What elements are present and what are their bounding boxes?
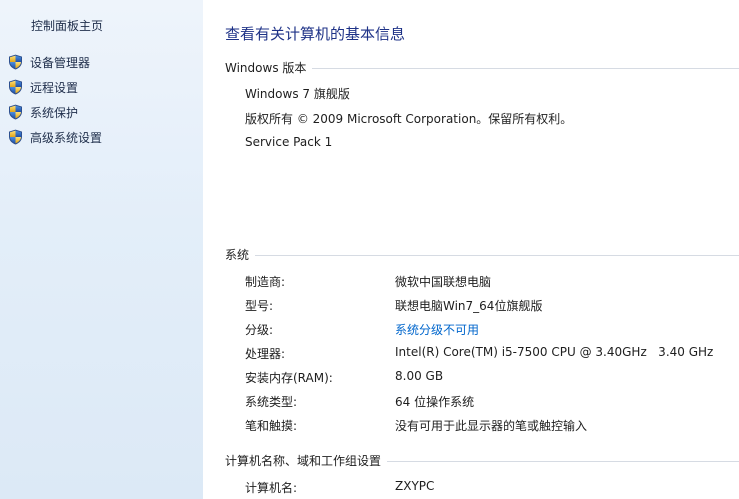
system-protection-label: 系统保护 (30, 105, 79, 120)
installed-memory-value: 8.00 GB (395, 369, 444, 383)
uac-shield-icon (8, 54, 23, 70)
section-divider (387, 460, 739, 462)
advanced-system-settings-label: 高级系统设置 (30, 130, 103, 145)
computer-name-label: 计算机名: (245, 481, 298, 495)
uac-shield-icon (8, 104, 23, 120)
processor-label: 处理器: (245, 347, 286, 361)
section-divider (312, 67, 739, 69)
system-header-label: 系统 (225, 247, 250, 262)
system-protection-link[interactable]: 系统保护 (8, 103, 78, 121)
computer-name-value: ZXYPC (395, 479, 435, 493)
advanced-system-settings-link[interactable]: 高级系统设置 (8, 128, 102, 146)
windows-edition-section-header: Windows 版本 (225, 59, 739, 75)
windows-edition-header-label: Windows 版本 (225, 60, 307, 75)
control-panel-home-link[interactable]: 控制面板主页 (31, 17, 103, 34)
left-navigation-pane: 控制面板主页 设备管理器 远程设置 系统保护 高级系统设置 (0, 0, 203, 499)
rating-unavailable-link[interactable]: 系统分级不可用 (395, 321, 479, 338)
page-title: 查看有关计算机的基本信息 (225, 25, 406, 43)
system-type-label: 系统类型: (245, 395, 298, 409)
system-type-value: 64 位操作系统 (395, 395, 475, 409)
installed-memory-label: 安装内存(RAM): (245, 371, 333, 385)
main-content: 查看有关计算机的基本信息 Windows 版本 Windows 7 旗舰版 版权… (203, 0, 739, 499)
remote-settings-link[interactable]: 远程设置 (8, 78, 78, 96)
system-section-header: 系统 (225, 246, 739, 262)
model-value: 联想电脑Win7_64位旗舰版 (395, 299, 543, 313)
pen-and-touch-value: 没有可用于此显示器的笔或触控输入 (395, 419, 588, 433)
rating-label: 分级: (245, 323, 274, 337)
copyright-text: 版权所有 © 2009 Microsoft Corporation。保留所有权利… (245, 112, 573, 126)
section-divider (255, 254, 739, 256)
service-pack: Service Pack 1 (245, 135, 333, 149)
pen-and-touch-label: 笔和触摸: (245, 419, 298, 433)
processor-value: Intel(R) Core(TM) i5-7500 CPU @ 3.40GHz … (395, 345, 714, 359)
model-label: 型号: (245, 299, 274, 313)
manufacturer-label: 制造商: (245, 275, 286, 289)
device-manager-link[interactable]: 设备管理器 (8, 53, 90, 71)
uac-shield-icon (8, 129, 23, 145)
remote-settings-label: 远程设置 (30, 80, 79, 95)
windows-edition-name: Windows 7 旗舰版 (245, 87, 350, 101)
device-manager-label: 设备管理器 (30, 55, 91, 70)
computer-name-section-header: 计算机名称、域和工作组设置 (225, 452, 739, 468)
manufacturer-value: 微软中国联想电脑 (395, 275, 492, 289)
computer-name-header-label: 计算机名称、域和工作组设置 (225, 453, 382, 468)
uac-shield-icon (8, 79, 23, 95)
